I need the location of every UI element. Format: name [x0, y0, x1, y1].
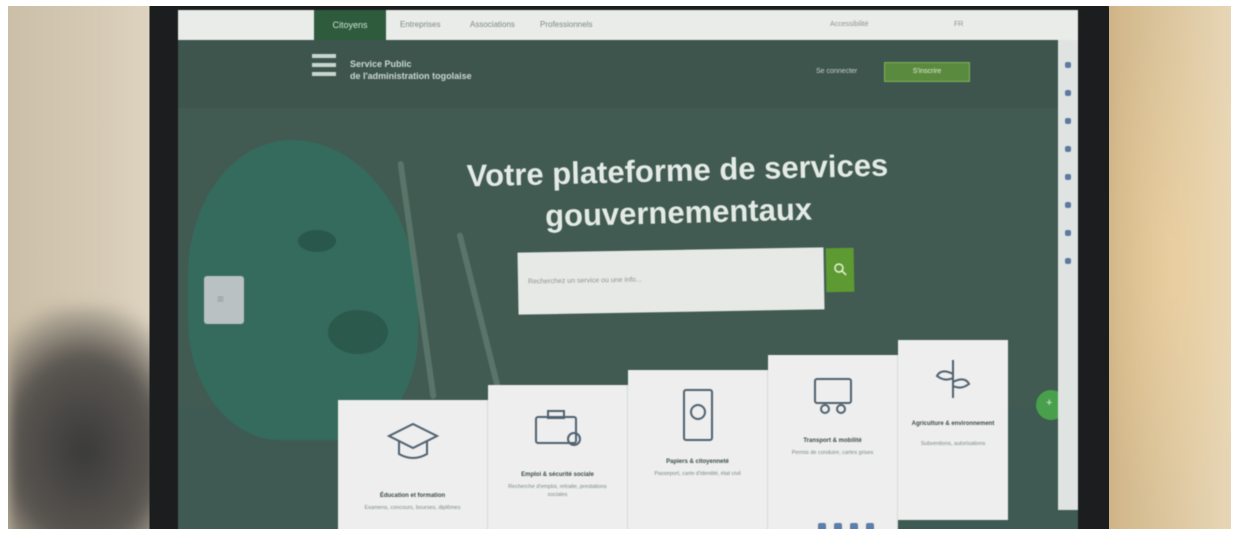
search-icon [834, 263, 847, 276]
signup-button[interactable]: S'inscrire [884, 62, 970, 82]
language-selector[interactable]: FR [954, 10, 963, 40]
toolbar-icon[interactable] [1065, 146, 1071, 152]
toolbar-icon[interactable] [1065, 258, 1071, 264]
accessibility-link[interactable]: Accessibilité [830, 10, 869, 40]
toolbar-icon[interactable] [1065, 230, 1071, 236]
browser-side-toolbar [1058, 40, 1078, 510]
service-card[interactable]: Agriculture & environnement Subventions,… [898, 340, 1008, 520]
service-card[interactable]: Emploi & sécurité sociale Recherche d'em… [488, 385, 628, 529]
menu-icon: ≡ [217, 292, 225, 306]
tab-citoyens[interactable]: Citoyens [314, 10, 386, 40]
search-button[interactable] [825, 247, 855, 293]
lion-eye [298, 230, 336, 252]
lamp-glow [1088, 6, 1231, 529]
service-card-title: Agriculture & environnement [911, 421, 995, 427]
service-card-desc: Passeport, carte d'identité, état civil [654, 471, 741, 477]
graduation-cap-icon [386, 422, 439, 459]
site-name-line2: de l'administration togolaise [350, 71, 472, 81]
passport-icon [682, 389, 713, 441]
service-card-title: Papiers & citoyenneté [666, 459, 729, 465]
plant-icon [935, 360, 971, 398]
monitor-screen: Citoyens Entreprises Associations Profes… [178, 10, 1078, 529]
service-card-desc: Subventions, autorisations [920, 441, 986, 447]
briefcase-icon [534, 410, 581, 446]
service-card-desc: Examens, concours, bourses, diplômes [364, 505, 461, 511]
toolbar-icon[interactable] [1065, 174, 1071, 180]
search-input[interactable]: Recherchez un service ou une info... [517, 247, 825, 315]
toolbar-icon[interactable] [1065, 62, 1071, 68]
taskbar-icon[interactable] [818, 523, 826, 529]
toolbar-icon[interactable] [1065, 90, 1071, 96]
hero-title: Votre plateforme de services gouvernemen… [466, 147, 889, 234]
service-cards: Éducation et formation Examens, concours… [338, 340, 1008, 529]
service-card[interactable]: Éducation et formation Examens, concours… [338, 400, 488, 529]
toolbar-icon[interactable] [1065, 202, 1071, 208]
site-name-line1: Service Public [350, 59, 412, 69]
service-card[interactable]: Transport & mobilité Permis de conduire,… [768, 355, 898, 529]
service-card-desc: Recherche d'emploi, retraite, prestation… [508, 484, 607, 498]
taskbar-icon[interactable] [834, 523, 842, 529]
service-card[interactable]: Papiers & citoyenneté Passeport, carte d… [628, 370, 768, 529]
login-link[interactable]: Se connecter [816, 68, 857, 75]
taskbar-icon[interactable] [866, 523, 874, 529]
service-card-desc: Permis de conduire, cartes grises [791, 450, 874, 456]
service-card-title: Transport & mobilité [803, 438, 862, 444]
site-header: Service Public de l'administration togol… [178, 40, 1078, 132]
site-name[interactable]: Service Public de l'administration togol… [350, 58, 472, 82]
taskbar [818, 515, 1058, 529]
photo-scene: Citoyens Entreprises Associations Profes… [8, 6, 1231, 529]
search-placeholder: Recherchez un service ou une info... [527, 276, 642, 286]
tab-professionnels[interactable]: Professionnels [540, 10, 592, 40]
service-card-title: Éducation et formation [379, 493, 446, 499]
government-logo-icon[interactable] [312, 54, 338, 90]
tab-associations[interactable]: Associations [470, 10, 515, 40]
audience-tab-bar: Citoyens Entreprises Associations Profes… [178, 10, 1078, 40]
car-icon [813, 378, 852, 414]
toolbar-icon[interactable] [1065, 118, 1071, 124]
taskbar-icon[interactable] [850, 523, 858, 529]
service-card-title: Emploi & sécurité sociale [521, 472, 594, 478]
plus-icon: + [1046, 397, 1053, 409]
tab-entreprises[interactable]: Entreprises [400, 10, 440, 40]
side-panel-toggle[interactable]: ≡ [204, 276, 244, 324]
